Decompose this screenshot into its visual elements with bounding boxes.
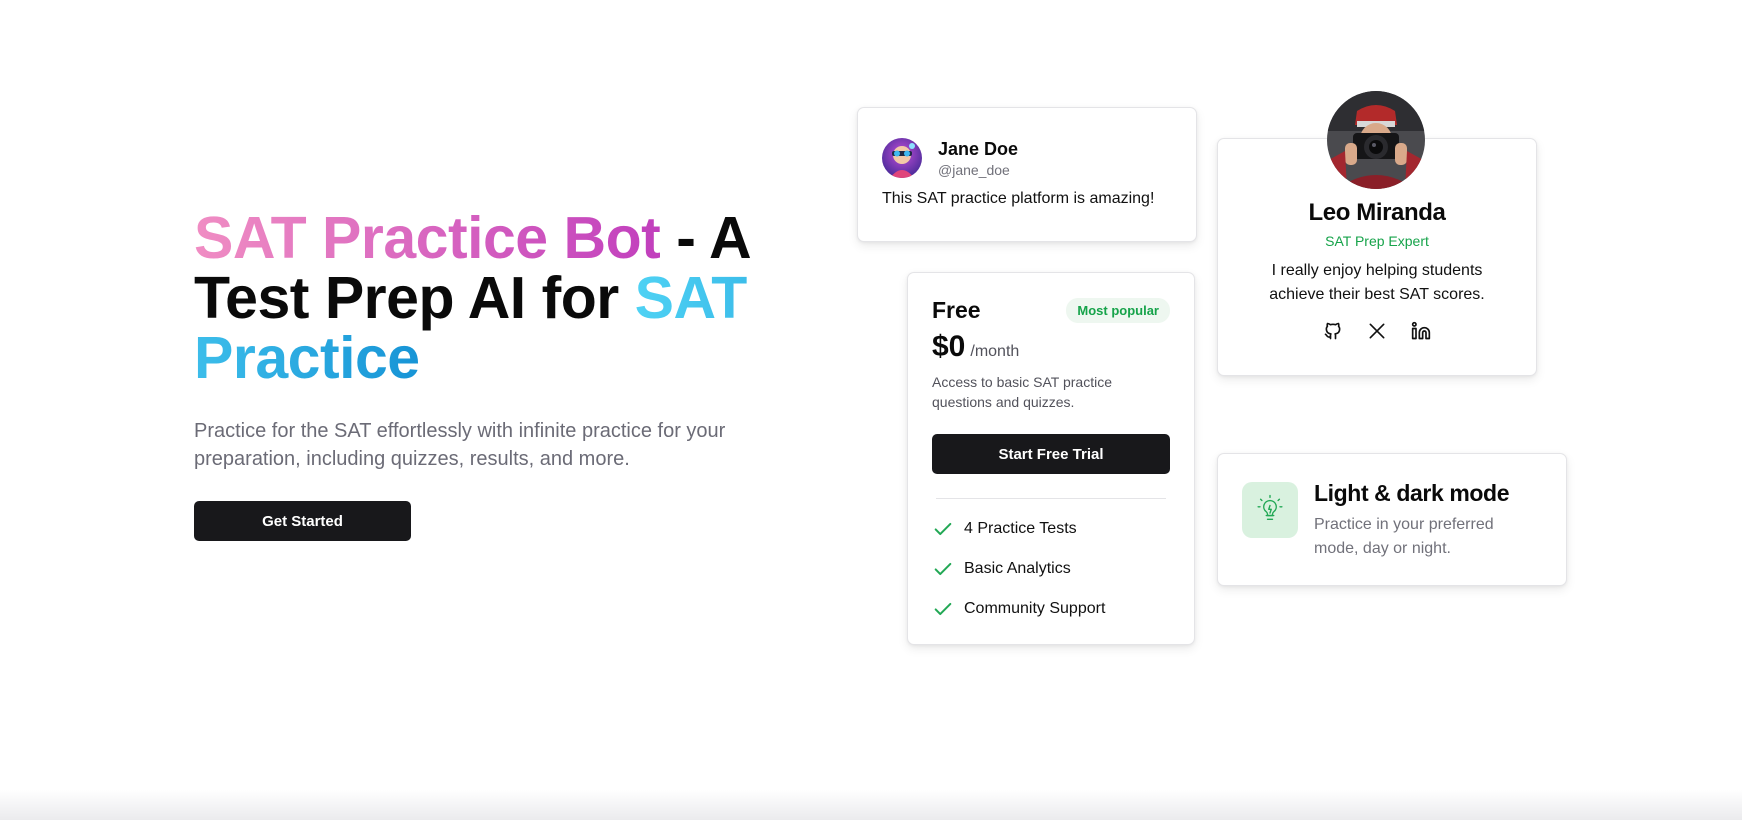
plan-description: Access to basic SAT practice questions a… bbox=[932, 374, 1112, 410]
price-period: /month bbox=[970, 343, 1020, 360]
github-icon[interactable] bbox=[1323, 321, 1343, 341]
check-icon bbox=[932, 558, 954, 580]
profile-bio: I really enjoy helping students achieve … bbox=[1269, 262, 1485, 303]
plan-price: $0 bbox=[932, 330, 966, 363]
testimonial-card: Jane Doe @jane_doe This SAT practice pla… bbox=[857, 107, 1197, 242]
bottom-fade bbox=[0, 790, 1742, 820]
social-links bbox=[1218, 321, 1536, 341]
check-icon bbox=[932, 598, 954, 620]
hero-subtitle: Practice for the SAT effortlessly with i… bbox=[194, 420, 726, 470]
feature-label: 4 Practice Tests bbox=[964, 520, 1077, 537]
feature-description: Practice in your preferred mode, day or … bbox=[1314, 516, 1494, 557]
testimonial-header: Jane Doe @jane_doe bbox=[882, 138, 1172, 178]
pricing-card: Free Most popular $0 /month Access to ba… bbox=[907, 272, 1195, 645]
linkedin-icon[interactable] bbox=[1411, 321, 1431, 341]
feature-list: 4 Practice Tests Basic Analytics Communi… bbox=[932, 509, 1170, 629]
hero-title: SAT Practice Bot - A Test Prep AI for SA… bbox=[194, 208, 764, 388]
plan-name: Free bbox=[932, 297, 981, 323]
hero-section: SAT Practice Bot - A Test Prep AI for SA… bbox=[194, 208, 764, 541]
divider bbox=[936, 498, 1166, 499]
testimonial-name: Jane Doe bbox=[938, 139, 1019, 159]
get-started-button[interactable]: Get Started bbox=[194, 501, 411, 541]
feature-icon-box bbox=[1242, 482, 1298, 538]
testimonial-handle: @jane_doe bbox=[938, 162, 1010, 178]
hero-title-brand: SAT Practice Bot bbox=[194, 205, 661, 271]
feature-text: Light & dark mode Practice in your prefe… bbox=[1314, 480, 1534, 557]
pricing-header: Free Most popular bbox=[932, 297, 1170, 324]
start-free-trial-button[interactable]: Start Free Trial bbox=[932, 434, 1170, 474]
testimonial-author: Jane Doe @jane_doe bbox=[938, 138, 1018, 178]
feature-label: Basic Analytics bbox=[964, 560, 1071, 577]
lightbulb-icon bbox=[1255, 493, 1285, 528]
profile-name: Leo Miranda bbox=[1308, 199, 1446, 226]
list-item: 4 Practice Tests bbox=[932, 509, 1170, 549]
list-item: Community Support bbox=[932, 589, 1170, 629]
feature-label: Community Support bbox=[964, 600, 1106, 617]
price-row: $0 /month bbox=[932, 330, 1170, 364]
feature-title: Light & dark mode bbox=[1314, 480, 1510, 506]
avatar bbox=[1327, 91, 1425, 189]
list-item: Basic Analytics bbox=[932, 549, 1170, 589]
profile-role: SAT Prep Expert bbox=[1325, 233, 1429, 249]
avatar bbox=[882, 138, 922, 178]
x-icon[interactable] bbox=[1367, 321, 1387, 341]
popular-badge: Most popular bbox=[1066, 298, 1170, 323]
check-icon bbox=[932, 518, 954, 540]
testimonial-quote: This SAT practice platform is amazing! bbox=[882, 190, 1155, 207]
feature-card: Light & dark mode Practice in your prefe… bbox=[1217, 453, 1567, 586]
